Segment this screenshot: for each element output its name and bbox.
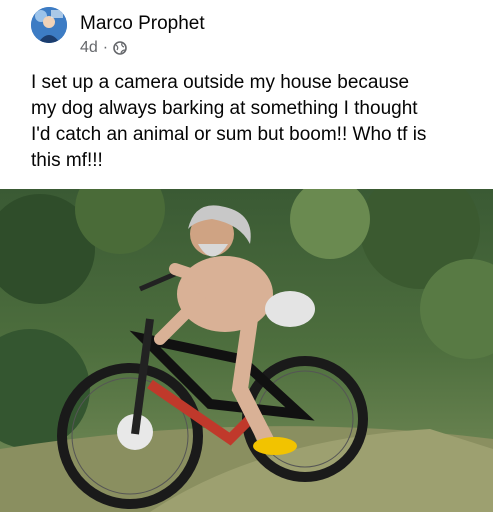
post-text: I set up a camera outside my house becau… xyxy=(31,72,427,171)
post-timestamp[interactable]: 4d xyxy=(80,39,98,57)
avatar-image xyxy=(31,7,67,43)
meta-separator: · xyxy=(102,39,109,56)
photo-illustration xyxy=(0,189,493,512)
author-avatar[interactable] xyxy=(31,7,67,43)
post-header: Marco Prophet 4d · xyxy=(0,0,493,70)
post-meta: 4d · xyxy=(80,39,127,57)
post-photo[interactable] xyxy=(0,189,493,512)
globe-icon[interactable] xyxy=(113,41,127,55)
author-name[interactable]: Marco Prophet xyxy=(80,13,205,35)
